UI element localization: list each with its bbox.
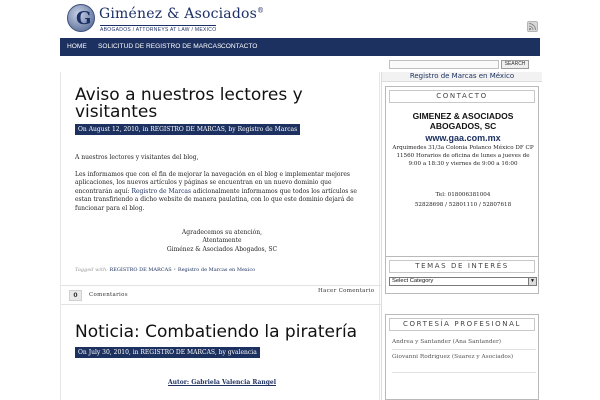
- widget-heading: CONTACTO: [389, 90, 535, 103]
- post-paragraph: Les informamos que con el fin de mejorar…: [75, 171, 357, 212]
- post-tags: Tagged with: REGISTRO DE MARCAS • Regist…: [75, 267, 256, 273]
- contact-tel: Tel: 018006381004: [435, 192, 491, 198]
- post-paragraph: A nuestros lectores y visitantes del blo…: [75, 154, 199, 161]
- courtesy-widget: CORTESÍA PROFESIONAL Andrea y Santander …: [385, 314, 539, 400]
- post-meta: On July 30, 2010, in REGISTRO DE MARCAS,…: [75, 347, 260, 358]
- contact-widget: CONTACTO GIMENEZ & ASOCIADOS ABOGADOS, S…: [385, 86, 539, 266]
- contact-address: Arquimedes 31/3a Colonia Polanco México …: [392, 145, 534, 168]
- leave-comment-link[interactable]: Hacer Comentario: [318, 288, 378, 295]
- nav-item-home[interactable]: HOME: [67, 38, 87, 56]
- search-input[interactable]: [389, 60, 499, 69]
- sidebar: Registro de Marcas en México CONTACTO GI…: [381, 72, 542, 400]
- comments-link[interactable]: Comentarios: [89, 292, 128, 298]
- tag-link[interactable]: Registro de Marcas en Mexico: [178, 267, 255, 273]
- registro-link[interactable]: Registro de Marcas: [131, 188, 191, 195]
- post-title[interactable]: Aviso a nuestros lectores y visitantes: [75, 87, 375, 121]
- search-bar: SEARCH: [60, 58, 540, 70]
- site-header: G Giménez & Asociados® ABOGADOS / ATTORN…: [0, 0, 600, 38]
- rss-icon[interactable]: [527, 21, 538, 32]
- courtesy-link[interactable]: Andrea y Santander (Ana Santander): [392, 338, 536, 350]
- logo-icon[interactable]: G: [67, 4, 95, 32]
- posts-column: Aviso a nuestros lectores y visitantes O…: [60, 72, 381, 400]
- tag-link[interactable]: REGISTRO DE MARCAS: [109, 267, 171, 273]
- dropdown-arrow-icon[interactable]: ▼: [528, 278, 536, 285]
- post-signature: Agradecemos su atención, Atentamente Gim…: [166, 229, 278, 253]
- contact-phones: 52828698 / 52801110 / 52807618: [414, 202, 512, 208]
- post-author: Autor: Gabriela Valencia Rangel: [75, 379, 369, 387]
- post-title[interactable]: Noticia: Combatiendo la piratería: [75, 324, 375, 341]
- sidebar-top-link[interactable]: Registro de Marcas en México: [382, 72, 542, 82]
- registered-mark: ®: [257, 6, 265, 15]
- widget-heading: CORTESÍA PROFESIONAL: [389, 318, 535, 331]
- category-select[interactable]: Select Category ▼: [389, 277, 537, 286]
- comment-bar: 0 Comentarios Hacer Comentario: [61, 285, 381, 305]
- site-logo-name[interactable]: Giménez & Asociados®: [99, 6, 264, 22]
- comment-count-badge[interactable]: 0: [69, 290, 82, 301]
- contact-firm-name: GIMENEZ & ASOCIADOS ABOGADOS, SC: [412, 111, 514, 131]
- site-tagline: ABOGADOS / ATTORNEYS AT LAW / MEXICO: [100, 25, 217, 33]
- search-button[interactable]: SEARCH: [501, 60, 529, 69]
- main-navbar: HOME SOLICITUD DE REGISTRO DE MARCAS CON…: [60, 38, 540, 56]
- courtesy-link[interactable]: Giovanni Rodriguez (Suarez y Asociados): [392, 353, 536, 373]
- author-link[interactable]: Autor: Gabriela Valencia Rangel: [168, 379, 276, 386]
- nav-item-contacto[interactable]: CONTACTO: [221, 38, 257, 56]
- nav-item-solicitud[interactable]: SOLICITUD DE REGISTRO DE MARCAS: [98, 38, 221, 56]
- topics-widget: TEMAS DE INTERÉS Select Category ▼: [385, 256, 539, 294]
- contact-website[interactable]: www.gaa.com.mx: [386, 133, 540, 143]
- widget-heading: TEMAS DE INTERÉS: [389, 260, 535, 273]
- post-meta: On August 12, 2010, in REGISTRO DE MARCA…: [75, 124, 301, 135]
